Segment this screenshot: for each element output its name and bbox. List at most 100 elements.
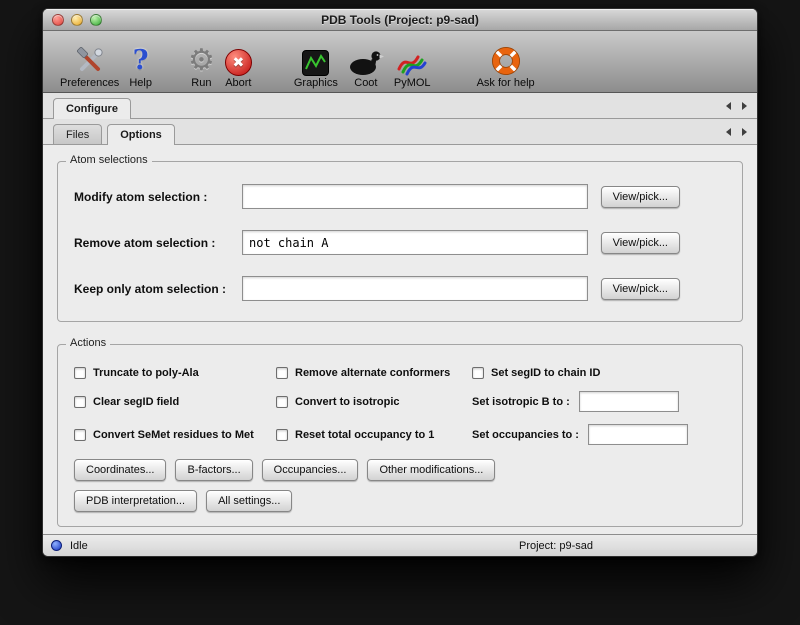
toolbar-label: Graphics (294, 77, 338, 89)
tab-scroll-left-icon[interactable] (726, 128, 731, 136)
actions-button-row-1: Coordinates... B-factors... Occupancies.… (74, 459, 726, 481)
actions-group: Actions Truncate to poly-Ala Remove alte… (57, 344, 743, 527)
toolbar-pymol-button[interactable]: PyMOL (389, 42, 436, 89)
tab-scroll-right-icon[interactable] (742, 128, 747, 136)
status-led-icon (51, 540, 62, 551)
toolbar-label: Help (129, 77, 152, 89)
content-spacer (57, 527, 743, 534)
modify-atom-selection-row: Modify atom selection : View/pick... (74, 184, 680, 209)
toolbar-label: Ask for help (477, 77, 535, 89)
checkbox-icon[interactable] (276, 429, 288, 441)
checkbox-reset-total-occupancy[interactable]: Reset total occupancy to 1 (276, 429, 468, 441)
red-x-icon: ✖ (225, 42, 252, 76)
toolbar-run-button[interactable]: ⚙ Run (183, 42, 220, 89)
remove-atom-selection-input[interactable] (242, 230, 588, 255)
window-title: PDB Tools (Project: p9-sad) (321, 13, 479, 27)
toolbar-label: PyMOL (394, 77, 431, 89)
graphics-display-icon (302, 42, 329, 76)
toolbar-coot-button[interactable]: Coot (343, 42, 389, 89)
status-text: Idle (70, 540, 88, 552)
view-pick-button[interactable]: View/pick... (601, 278, 680, 300)
checkbox-label: Convert to isotropic (295, 396, 400, 408)
field-label: Set isotropic B to : (472, 396, 570, 408)
toolbar-graphics-button[interactable]: Graphics (289, 42, 343, 89)
keep-only-atom-selection-row: Keep only atom selection : View/pick... (74, 276, 680, 301)
minimize-button[interactable] (71, 14, 83, 26)
tab-scroll-controls (726, 128, 747, 136)
checkbox-truncate-to-poly-ala[interactable]: Truncate to poly-Ala (74, 367, 272, 379)
occupancies-button[interactable]: Occupancies... (262, 459, 359, 481)
group-legend: Atom selections (66, 154, 152, 166)
tab-configure[interactable]: Configure (53, 98, 131, 118)
checkbox-convert-semet-to-met[interactable]: Convert SeMet residues to Met (74, 429, 272, 441)
checkbox-label: Reset total occupancy to 1 (295, 429, 434, 441)
tab-scroll-right-icon[interactable] (742, 102, 747, 110)
tab-options[interactable]: Options (107, 124, 175, 144)
close-button[interactable] (52, 14, 64, 26)
field-label: Modify atom selection : (74, 190, 242, 204)
crossed-tools-icon (75, 42, 105, 76)
options-panel: Atom selections Modify atom selection : … (43, 145, 757, 534)
checkbox-convert-to-isotropic[interactable]: Convert to isotropic (276, 396, 468, 408)
toolbar-preferences-button[interactable]: Preferences (55, 42, 124, 89)
toolbar-label: Coot (354, 77, 377, 89)
titlebar[interactable]: PDB Tools (Project: p9-sad) (43, 9, 757, 31)
field-label: Remove atom selection : (74, 236, 242, 250)
outer-tabbar: Configure (43, 93, 757, 119)
view-pick-button[interactable]: View/pick... (601, 186, 680, 208)
tab-scroll-left-icon[interactable] (726, 102, 731, 110)
coot-bird-icon (348, 42, 384, 76)
checkbox-icon[interactable] (276, 367, 288, 379)
checkbox-remove-alternate-conformers[interactable]: Remove alternate conformers (276, 367, 468, 379)
actions-checkbox-grid: Truncate to poly-Ala Remove alternate co… (74, 367, 726, 445)
checkbox-label: Remove alternate conformers (295, 367, 450, 379)
actions-button-row-2: PDB interpretation... All settings... (74, 490, 726, 512)
group-legend: Actions (66, 337, 110, 349)
pdb-interpretation-button[interactable]: PDB interpretation... (74, 490, 197, 512)
keep-only-atom-selection-input[interactable] (242, 276, 588, 301)
statusbar: Idle Project: p9-sad (43, 534, 757, 556)
toolbar-label: Run (191, 77, 211, 89)
checkbox-icon[interactable] (276, 396, 288, 408)
set-occupancies-input[interactable] (588, 424, 688, 445)
toolbar-abort-button[interactable]: ✖ Abort (220, 42, 257, 89)
pymol-ribbon-icon (396, 42, 428, 76)
modify-atom-selection-input[interactable] (242, 184, 588, 209)
checkbox-icon[interactable] (74, 396, 86, 408)
window-controls (52, 14, 102, 26)
toolbar-ask-for-help-button[interactable]: Ask for help (472, 42, 540, 89)
atom-selections-group: Atom selections Modify atom selection : … (57, 161, 743, 322)
view-pick-button[interactable]: View/pick... (601, 232, 680, 254)
remove-atom-selection-row: Remove atom selection : View/pick... (74, 230, 680, 255)
tab-files[interactable]: Files (53, 124, 102, 144)
other-modifications-button[interactable]: Other modifications... (367, 459, 495, 481)
set-occupancies-field: Set occupancies to : (472, 424, 726, 445)
checkbox-clear-segid-field[interactable]: Clear segID field (74, 396, 272, 408)
field-label: Keep only atom selection : (74, 282, 242, 296)
life-ring-icon (491, 42, 521, 76)
toolbar-label: Abort (225, 77, 251, 89)
checkbox-label: Clear segID field (93, 396, 179, 408)
gear-icon: ⚙ (188, 42, 215, 76)
checkbox-label: Convert SeMet residues to Met (93, 429, 254, 441)
toolbar-label: Preferences (60, 77, 119, 89)
checkbox-label: Set segID to chain ID (491, 367, 600, 379)
checkbox-set-segid-to-chain-id[interactable]: Set segID to chain ID (472, 367, 726, 379)
field-label: Set occupancies to : (472, 429, 579, 441)
b-factors-button[interactable]: B-factors... (175, 459, 252, 481)
project-label: Project: p9-sad (519, 540, 593, 552)
checkbox-icon[interactable] (472, 367, 484, 379)
toolbar-help-button[interactable]: ? Help (124, 42, 157, 89)
zoom-button[interactable] (90, 14, 102, 26)
tab-scroll-controls (726, 102, 747, 110)
checkbox-icon[interactable] (74, 367, 86, 379)
set-isotropic-b-input[interactable] (579, 391, 679, 412)
pdb-tools-window: PDB Tools (Project: p9-sad) Preferences … (42, 8, 758, 557)
coordinates-button[interactable]: Coordinates... (74, 459, 166, 481)
checkbox-icon[interactable] (74, 429, 86, 441)
checkbox-label: Truncate to poly-Ala (93, 367, 199, 379)
question-mark-icon: ? (133, 42, 149, 76)
all-settings-button[interactable]: All settings... (206, 490, 292, 512)
set-isotropic-b-field: Set isotropic B to : (472, 391, 726, 412)
toolbar: Preferences ? Help ⚙ Run ✖ Abort Gr (43, 31, 757, 93)
